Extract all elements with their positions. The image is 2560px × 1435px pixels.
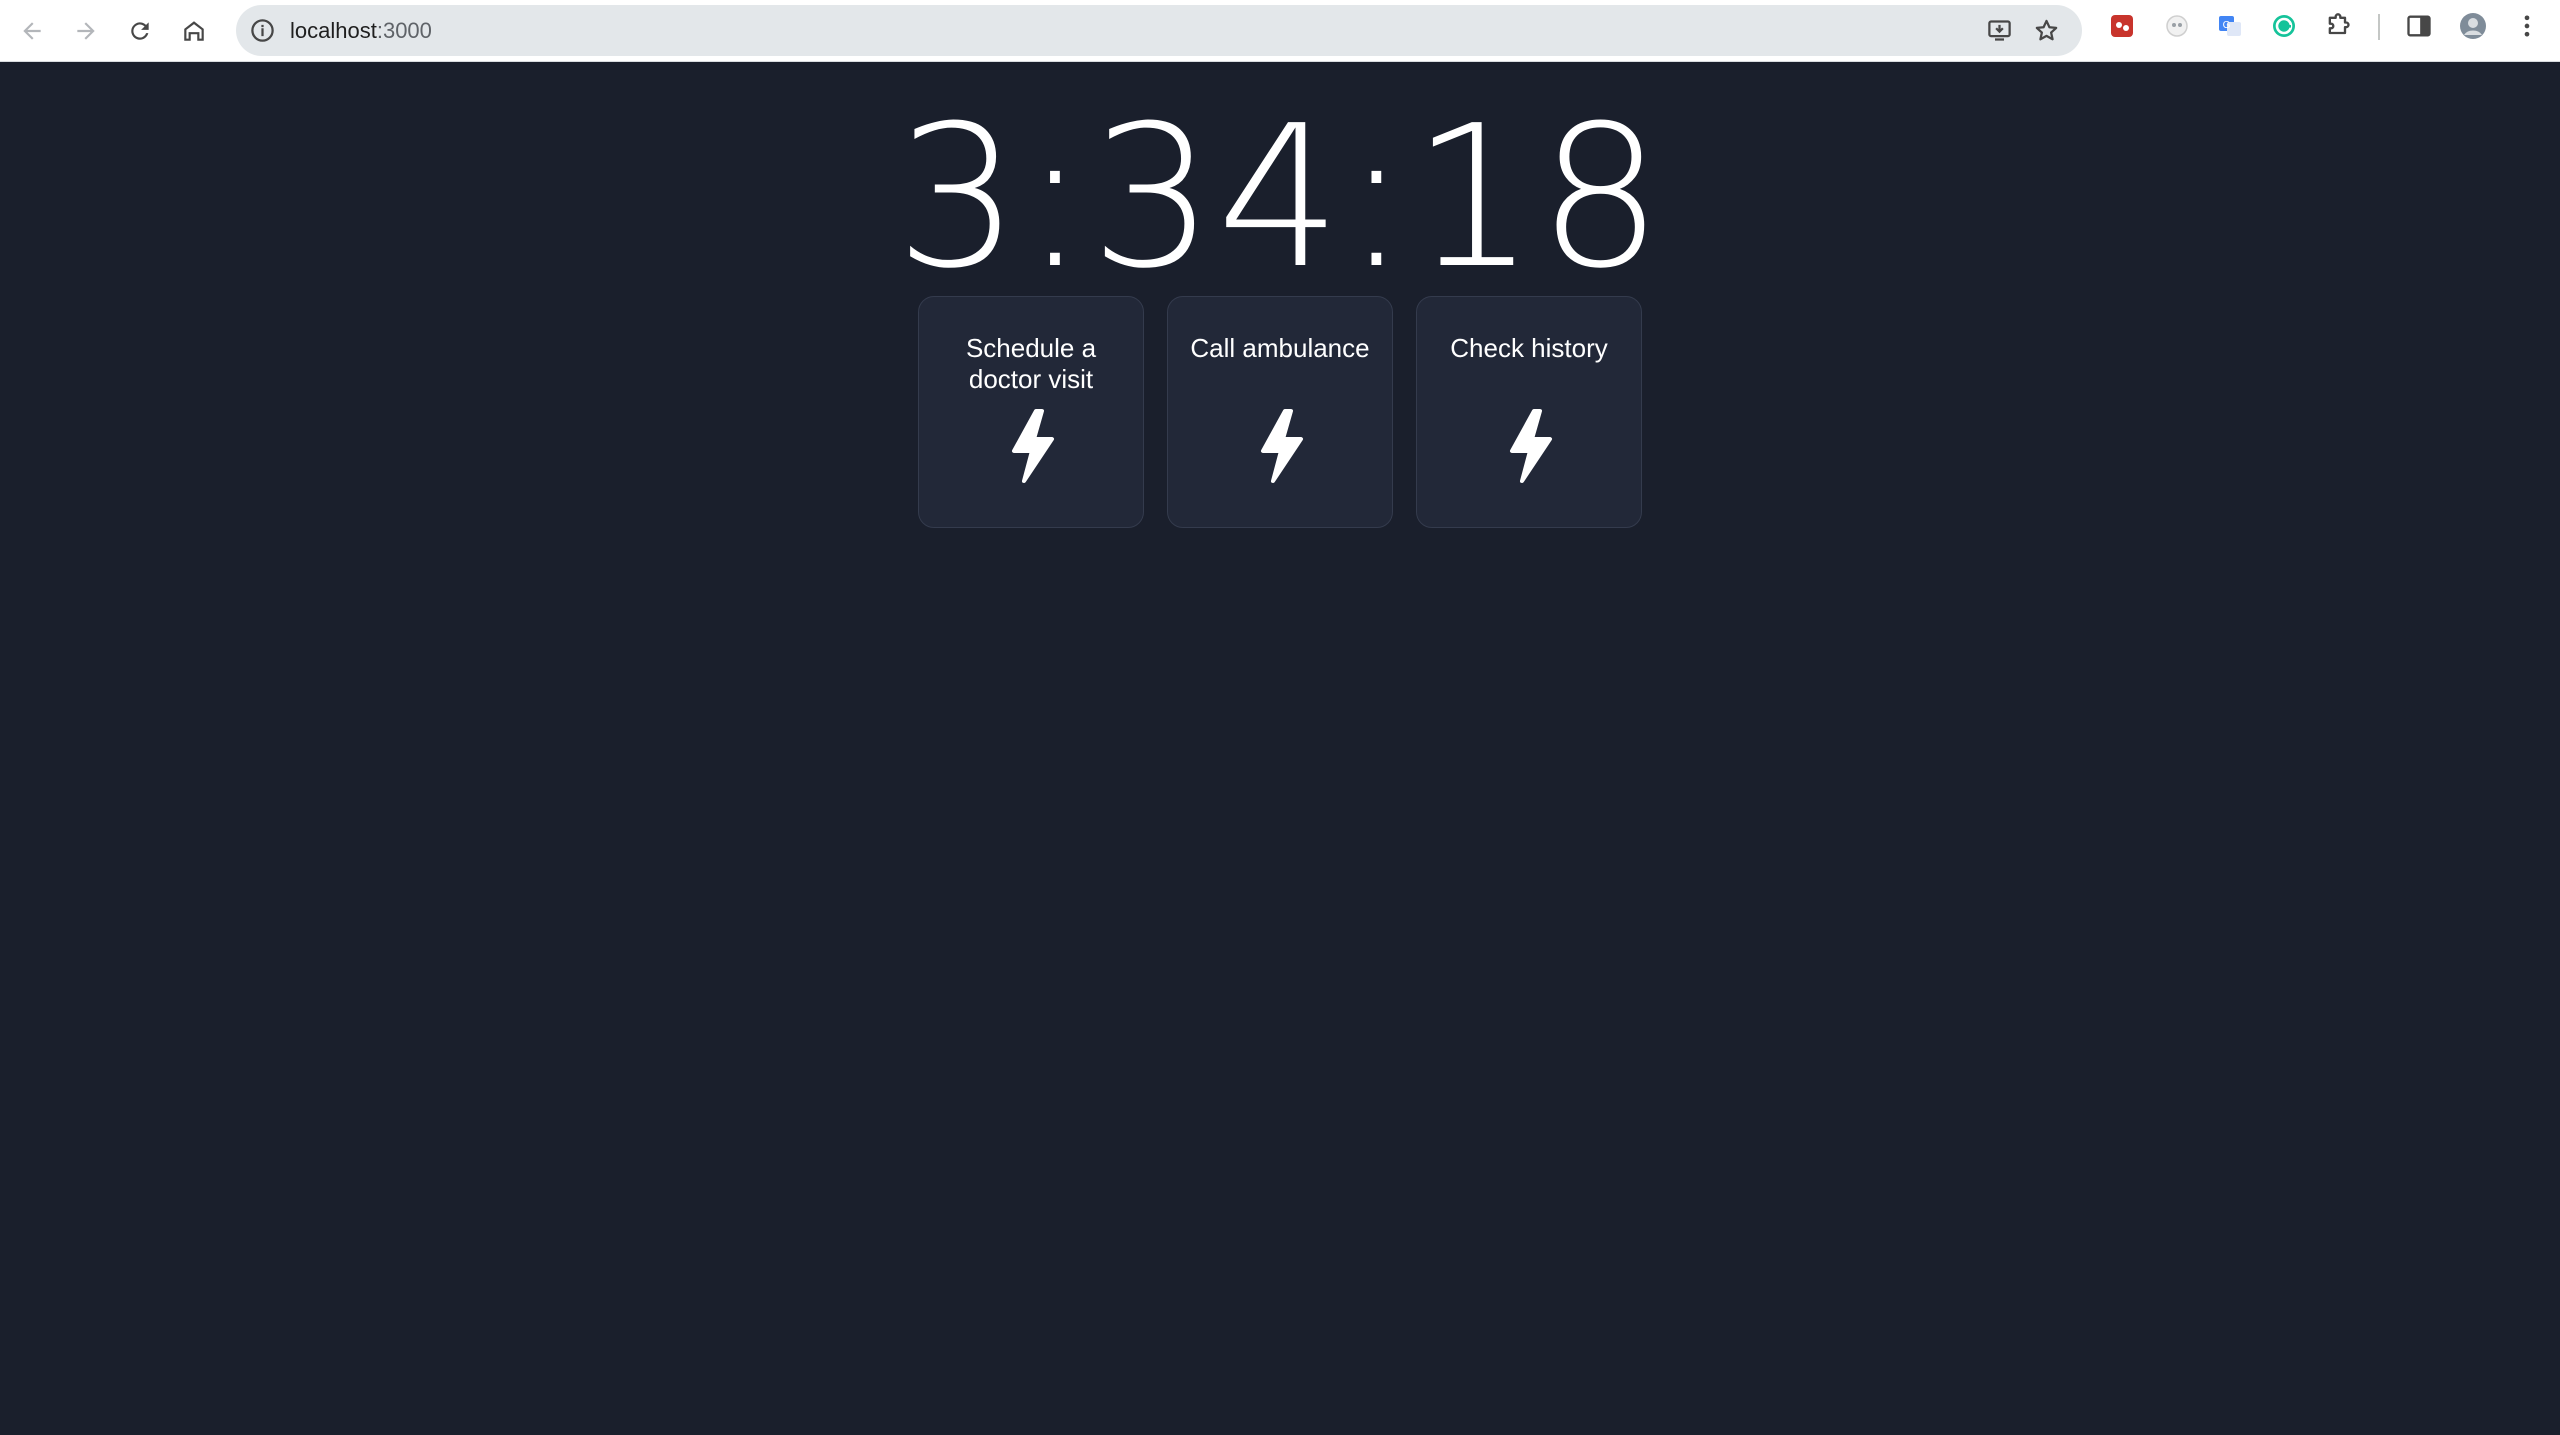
home-button[interactable] [171, 8, 217, 54]
url-host: localhost [290, 18, 377, 43]
lightning-icon [1510, 409, 1552, 483]
site-info-icon[interactable] [249, 17, 276, 44]
url-port: :3000 [376, 18, 432, 43]
app-page: 3:34:18 Schedule a doctor visit Call amb… [0, 63, 2560, 1435]
browser-menu-icon[interactable] [2512, 11, 2542, 41]
clock-display: 3:34:18 [895, 84, 1665, 312]
reload-button[interactable] [117, 8, 163, 54]
reload-icon [131, 22, 149, 40]
extensions-puzzle-icon[interactable] [2323, 11, 2353, 41]
forward-button[interactable] [63, 8, 109, 54]
toolbar-separator [2378, 14, 2380, 40]
translate-extension-icon[interactable]: G [2215, 11, 2245, 41]
grammarly-extension-icon[interactable] [2269, 11, 2299, 41]
call-ambulance-card[interactable]: Call ambulance [1167, 296, 1393, 528]
check-history-card[interactable]: Check history [1416, 296, 1642, 528]
address-bar[interactable]: localhost:3000 [236, 5, 2082, 56]
profile-avatar[interactable] [2458, 11, 2488, 41]
extension-owl-icon[interactable] [2162, 11, 2192, 41]
card-label: Schedule a doctor visit [965, 333, 1097, 394]
lightning-icon [1012, 409, 1054, 483]
extension-red-icon[interactable] [2107, 11, 2137, 41]
svg-text:G: G [2223, 20, 2231, 31]
back-arrow-icon [23, 22, 41, 40]
browser-toolbar: localhost:3000 G [0, 0, 2560, 62]
bookmark-star-icon[interactable] [2033, 17, 2060, 44]
action-cards: Schedule a doctor visit Call ambulance C… [918, 296, 1642, 528]
card-label: Check history [1450, 333, 1608, 363]
lightning-icon [1261, 409, 1303, 483]
home-icon [184, 21, 204, 41]
install-app-icon[interactable] [1986, 17, 2013, 44]
card-label: Call ambulance [1190, 333, 1370, 363]
back-button[interactable] [9, 8, 55, 54]
forward-arrow-icon [77, 22, 95, 40]
schedule-doctor-visit-card[interactable]: Schedule a doctor visit [918, 296, 1144, 528]
url-text[interactable]: localhost:3000 [290, 5, 432, 56]
side-panel-icon[interactable] [2404, 11, 2434, 41]
